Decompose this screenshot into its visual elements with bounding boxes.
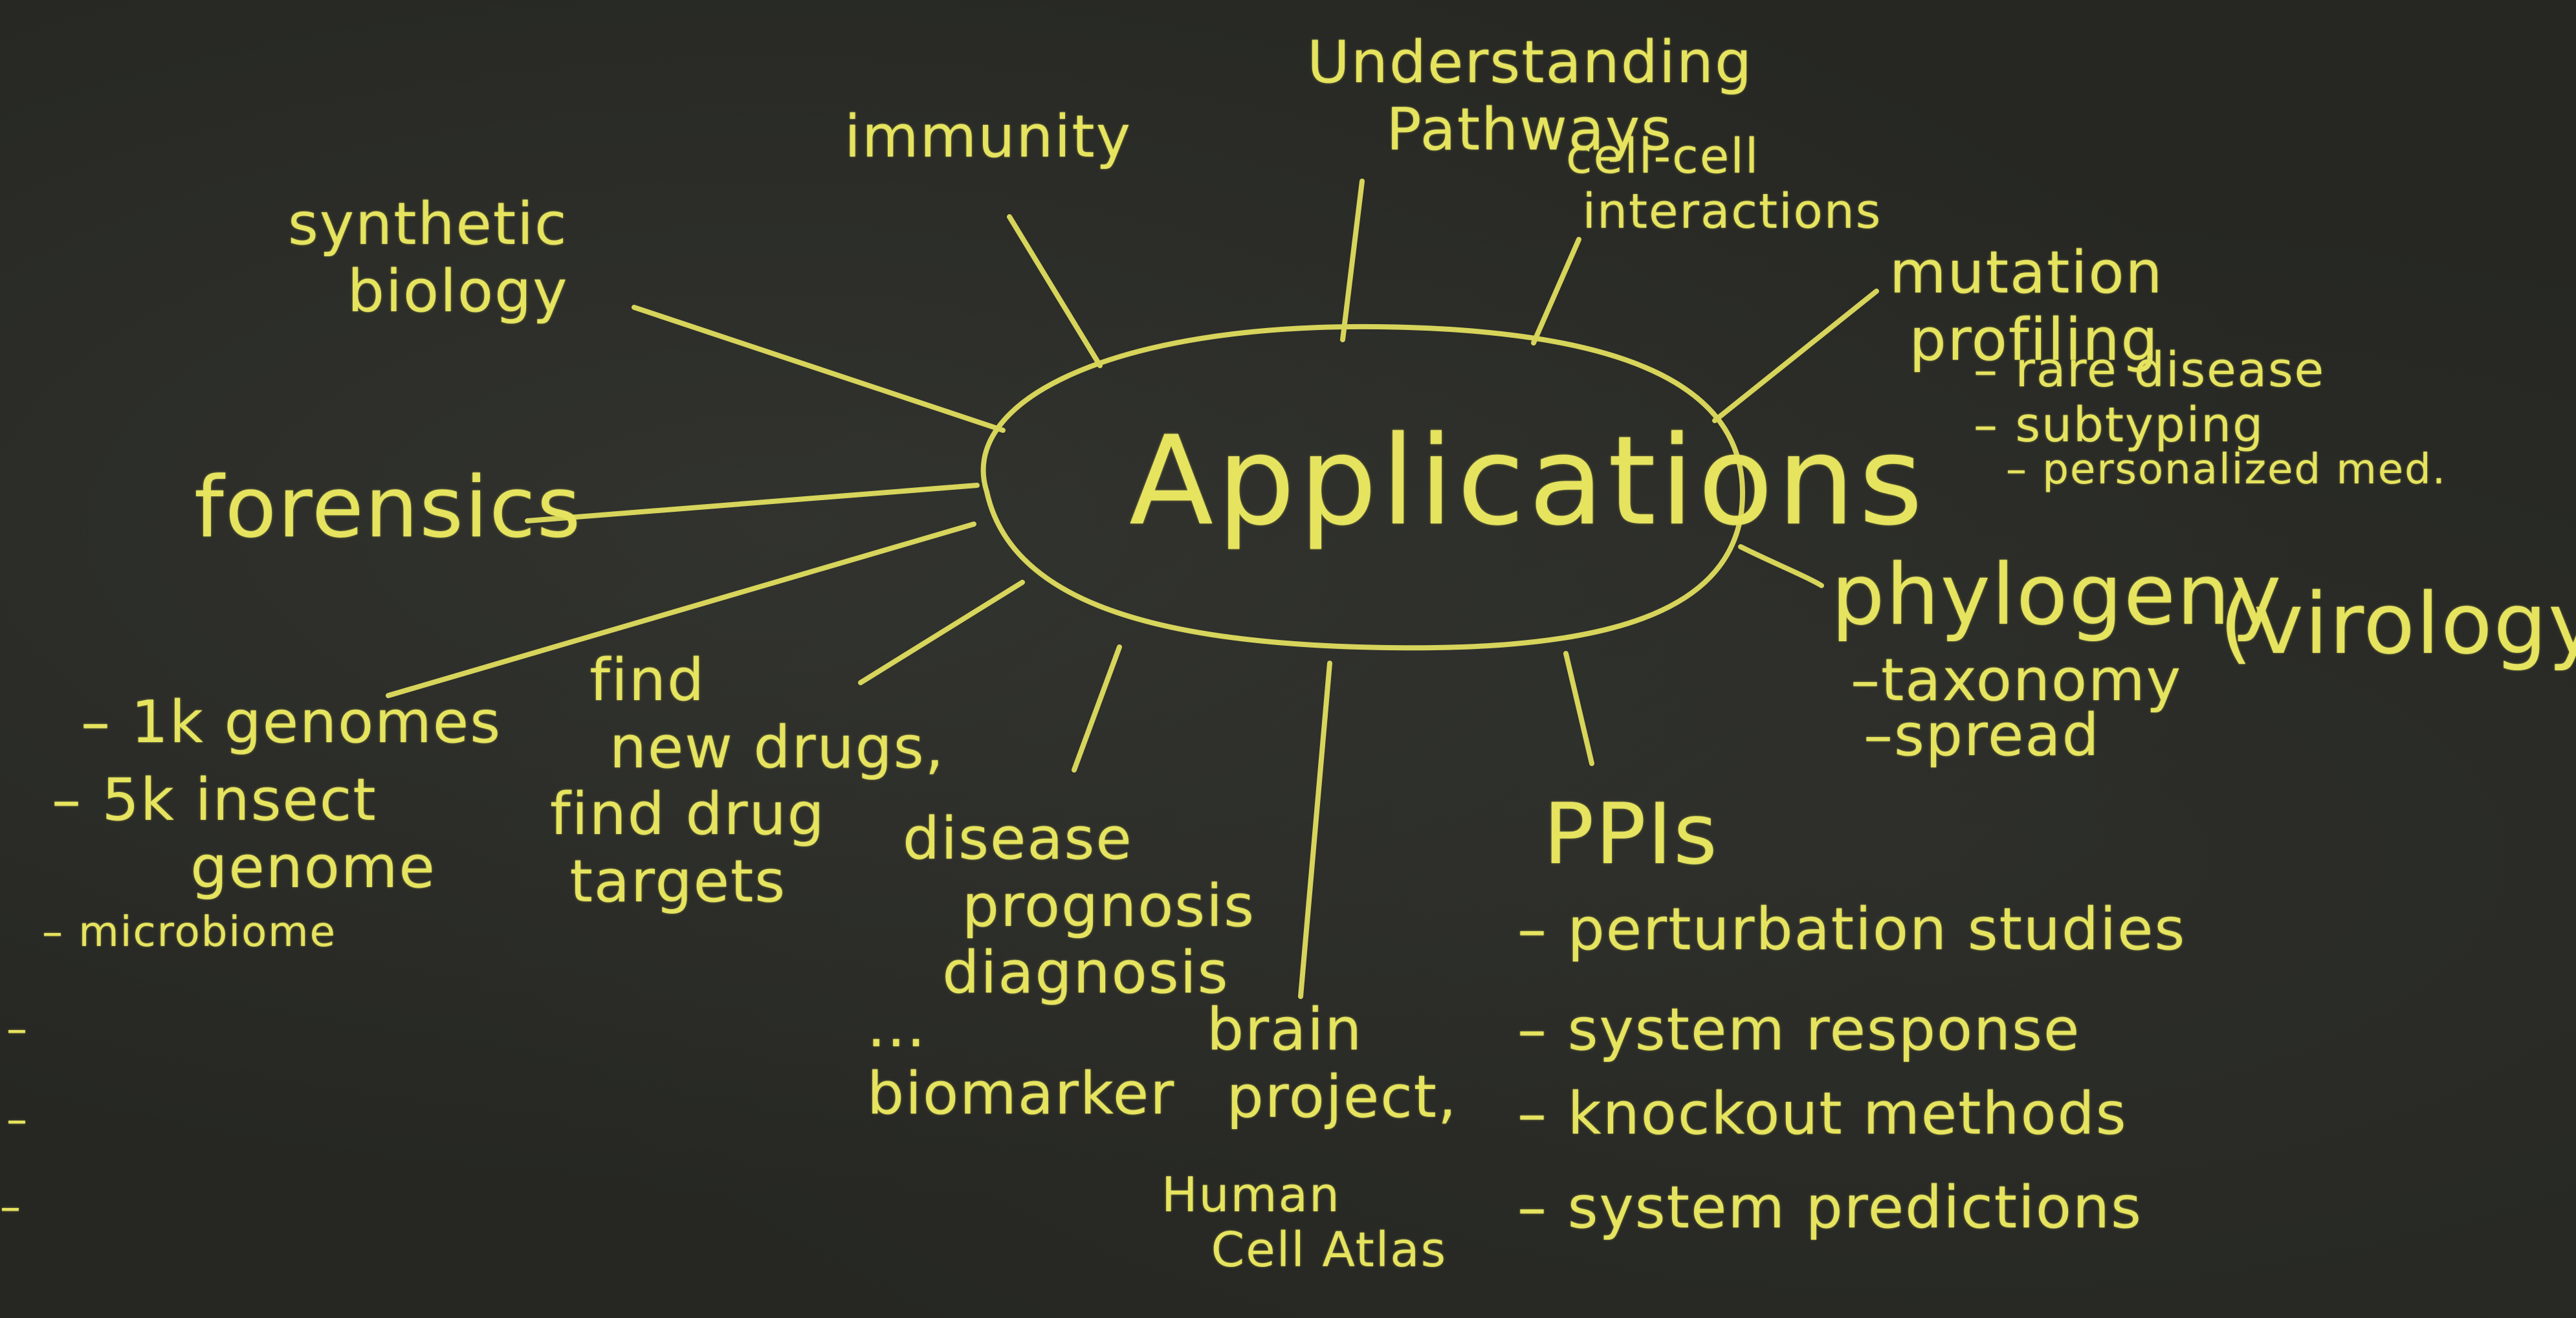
connector-immunity: [1007, 214, 1103, 368]
ppis-item-knockout-methods: – knockout methods: [1517, 1080, 2128, 1148]
ppis-item-perturbation-studies: – perturbation studies: [1517, 895, 2186, 963]
hub-label: Applications: [1129, 410, 1927, 553]
node-phylogeny: phylogeny: [1831, 545, 2283, 644]
node-find-drugs: find new drugs, find drug targets: [550, 646, 945, 916]
connector-disease: [1072, 644, 1122, 773]
node-virology: (virology): [2219, 575, 2576, 673]
genomes-item-blank-2: –: [6, 1096, 28, 1144]
genomes-item-blank-1: –: [6, 1005, 28, 1053]
node-immunity: immunity: [844, 103, 1132, 171]
genomes-item-1k: – 1k genomes: [81, 688, 502, 756]
node-synthetic-biology: synthetic biology: [288, 190, 569, 325]
node-biomarker: ... biomarker: [867, 993, 1176, 1128]
genomes-item-microbiome: – microbiome: [42, 908, 336, 956]
chalkboard: Applications synthetic biology immunity …: [0, 0, 2576, 1318]
node-human-cell-atlas: Human Cell Atlas: [1161, 1167, 1448, 1279]
connector-forensics: [525, 483, 980, 523]
node-forensics: forensics: [194, 458, 582, 556]
mutation-item-rare-disease: – rare disease: [1974, 342, 2326, 398]
connector-brain: [1298, 661, 1332, 999]
mutation-item-personalized-med: – personalized med.: [2006, 446, 2447, 494]
node-brain-project: brain project,: [1207, 996, 1458, 1131]
connector-mutation: [1712, 289, 1879, 423]
connector-pathways: [1340, 179, 1365, 342]
connector-phylogeny: [1738, 544, 1824, 588]
genomes-item-5k-insect: – 5k insect genome: [52, 766, 436, 901]
connector-synthetic-biology: [632, 305, 1006, 433]
node-disease-prognosis-diagnosis: disease prognosis diagnosis: [903, 805, 1256, 1007]
ppis-item-system-predictions: – system predictions: [1517, 1174, 2143, 1242]
genomes-item-blank-3: –: [0, 1183, 22, 1231]
connector-cell-cell: [1531, 237, 1581, 346]
phylogeny-item-spread: –spread: [1864, 701, 2100, 769]
node-ppis: PPIs: [1543, 785, 1719, 883]
node-cell-cell: cell-cell interactions: [1566, 129, 1882, 240]
ppis-item-system-response: – system response: [1517, 996, 2081, 1064]
mutation-item-subtyping: – subtyping: [1974, 397, 2265, 453]
connector-ppis: [1563, 651, 1594, 766]
